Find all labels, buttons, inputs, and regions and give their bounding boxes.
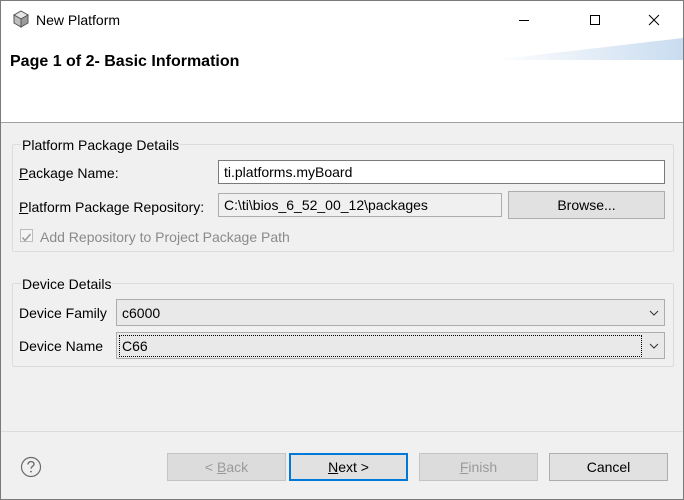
group-title: Platform Package Details: [21, 136, 181, 154]
chevron-down-icon: [649, 343, 659, 349]
back-button[interactable]: < Back: [167, 453, 286, 481]
label-text: latform Package Repository:: [28, 199, 205, 215]
finish-label: inish: [468, 459, 498, 475]
cancel-button[interactable]: Cancel: [549, 453, 668, 481]
wizard-banner-graphic: [493, 38, 683, 60]
device-family-select[interactable]: c6000: [116, 299, 665, 326]
package-repository-label: Platform Package Repository:: [19, 198, 204, 216]
mnemonic: B: [216, 459, 227, 475]
back-label: ack: [226, 459, 249, 475]
new-platform-dialog: New Platform Page 1 of 2- Basic Informat…: [0, 0, 684, 500]
package-name-label: Package Name:: [19, 164, 119, 182]
device-family-value: c6000: [122, 305, 161, 321]
wizard-header: Page 1 of 2- Basic Information: [1, 38, 683, 123]
minimize-icon: [519, 19, 529, 21]
help-button[interactable]: [20, 456, 42, 478]
mnemonic: P: [19, 165, 29, 181]
back-prefix: <: [204, 459, 217, 475]
label-text: ackage Name:: [28, 165, 119, 181]
checkmark-icon: [21, 233, 32, 242]
close-icon: [648, 14, 660, 25]
mnemonic: N: [328, 459, 339, 475]
minimize-button[interactable]: [501, 1, 547, 38]
window-title: New Platform: [36, 12, 121, 28]
maximize-icon: [590, 14, 600, 25]
package-name-input[interactable]: ti.platforms.myBoard: [218, 160, 665, 184]
device-name-select[interactable]: C66: [116, 332, 665, 359]
title-bar[interactable]: New Platform: [1, 1, 683, 38]
package-repository-field[interactable]: C:\ti\bios_6_52_00_12\packages: [218, 193, 502, 217]
group-title: Device Details: [21, 275, 113, 293]
chevron-down-icon: [649, 310, 659, 316]
footer-separator: [1, 431, 683, 432]
mnemonic: P: [19, 199, 29, 215]
close-button[interactable]: [631, 1, 677, 38]
device-name-value: C66: [119, 335, 642, 357]
finish-button[interactable]: Finish: [419, 453, 538, 481]
add-repository-label: Add Repository to Project Package Path: [40, 229, 290, 245]
next-button[interactable]: Next >: [289, 453, 408, 481]
device-name-label: Device Name: [19, 338, 104, 354]
help-icon: [20, 456, 42, 478]
next-label: ext >: [338, 459, 369, 475]
page-title: Page 1 of 2- Basic Information: [10, 53, 240, 70]
maximize-button[interactable]: [572, 1, 618, 38]
mnemonic: F: [459, 459, 469, 475]
browse-button[interactable]: Browse...: [508, 191, 665, 219]
add-repository-checkbox[interactable]: [20, 229, 33, 242]
device-family-label: Device Family: [19, 305, 107, 321]
package-icon: [12, 10, 30, 28]
